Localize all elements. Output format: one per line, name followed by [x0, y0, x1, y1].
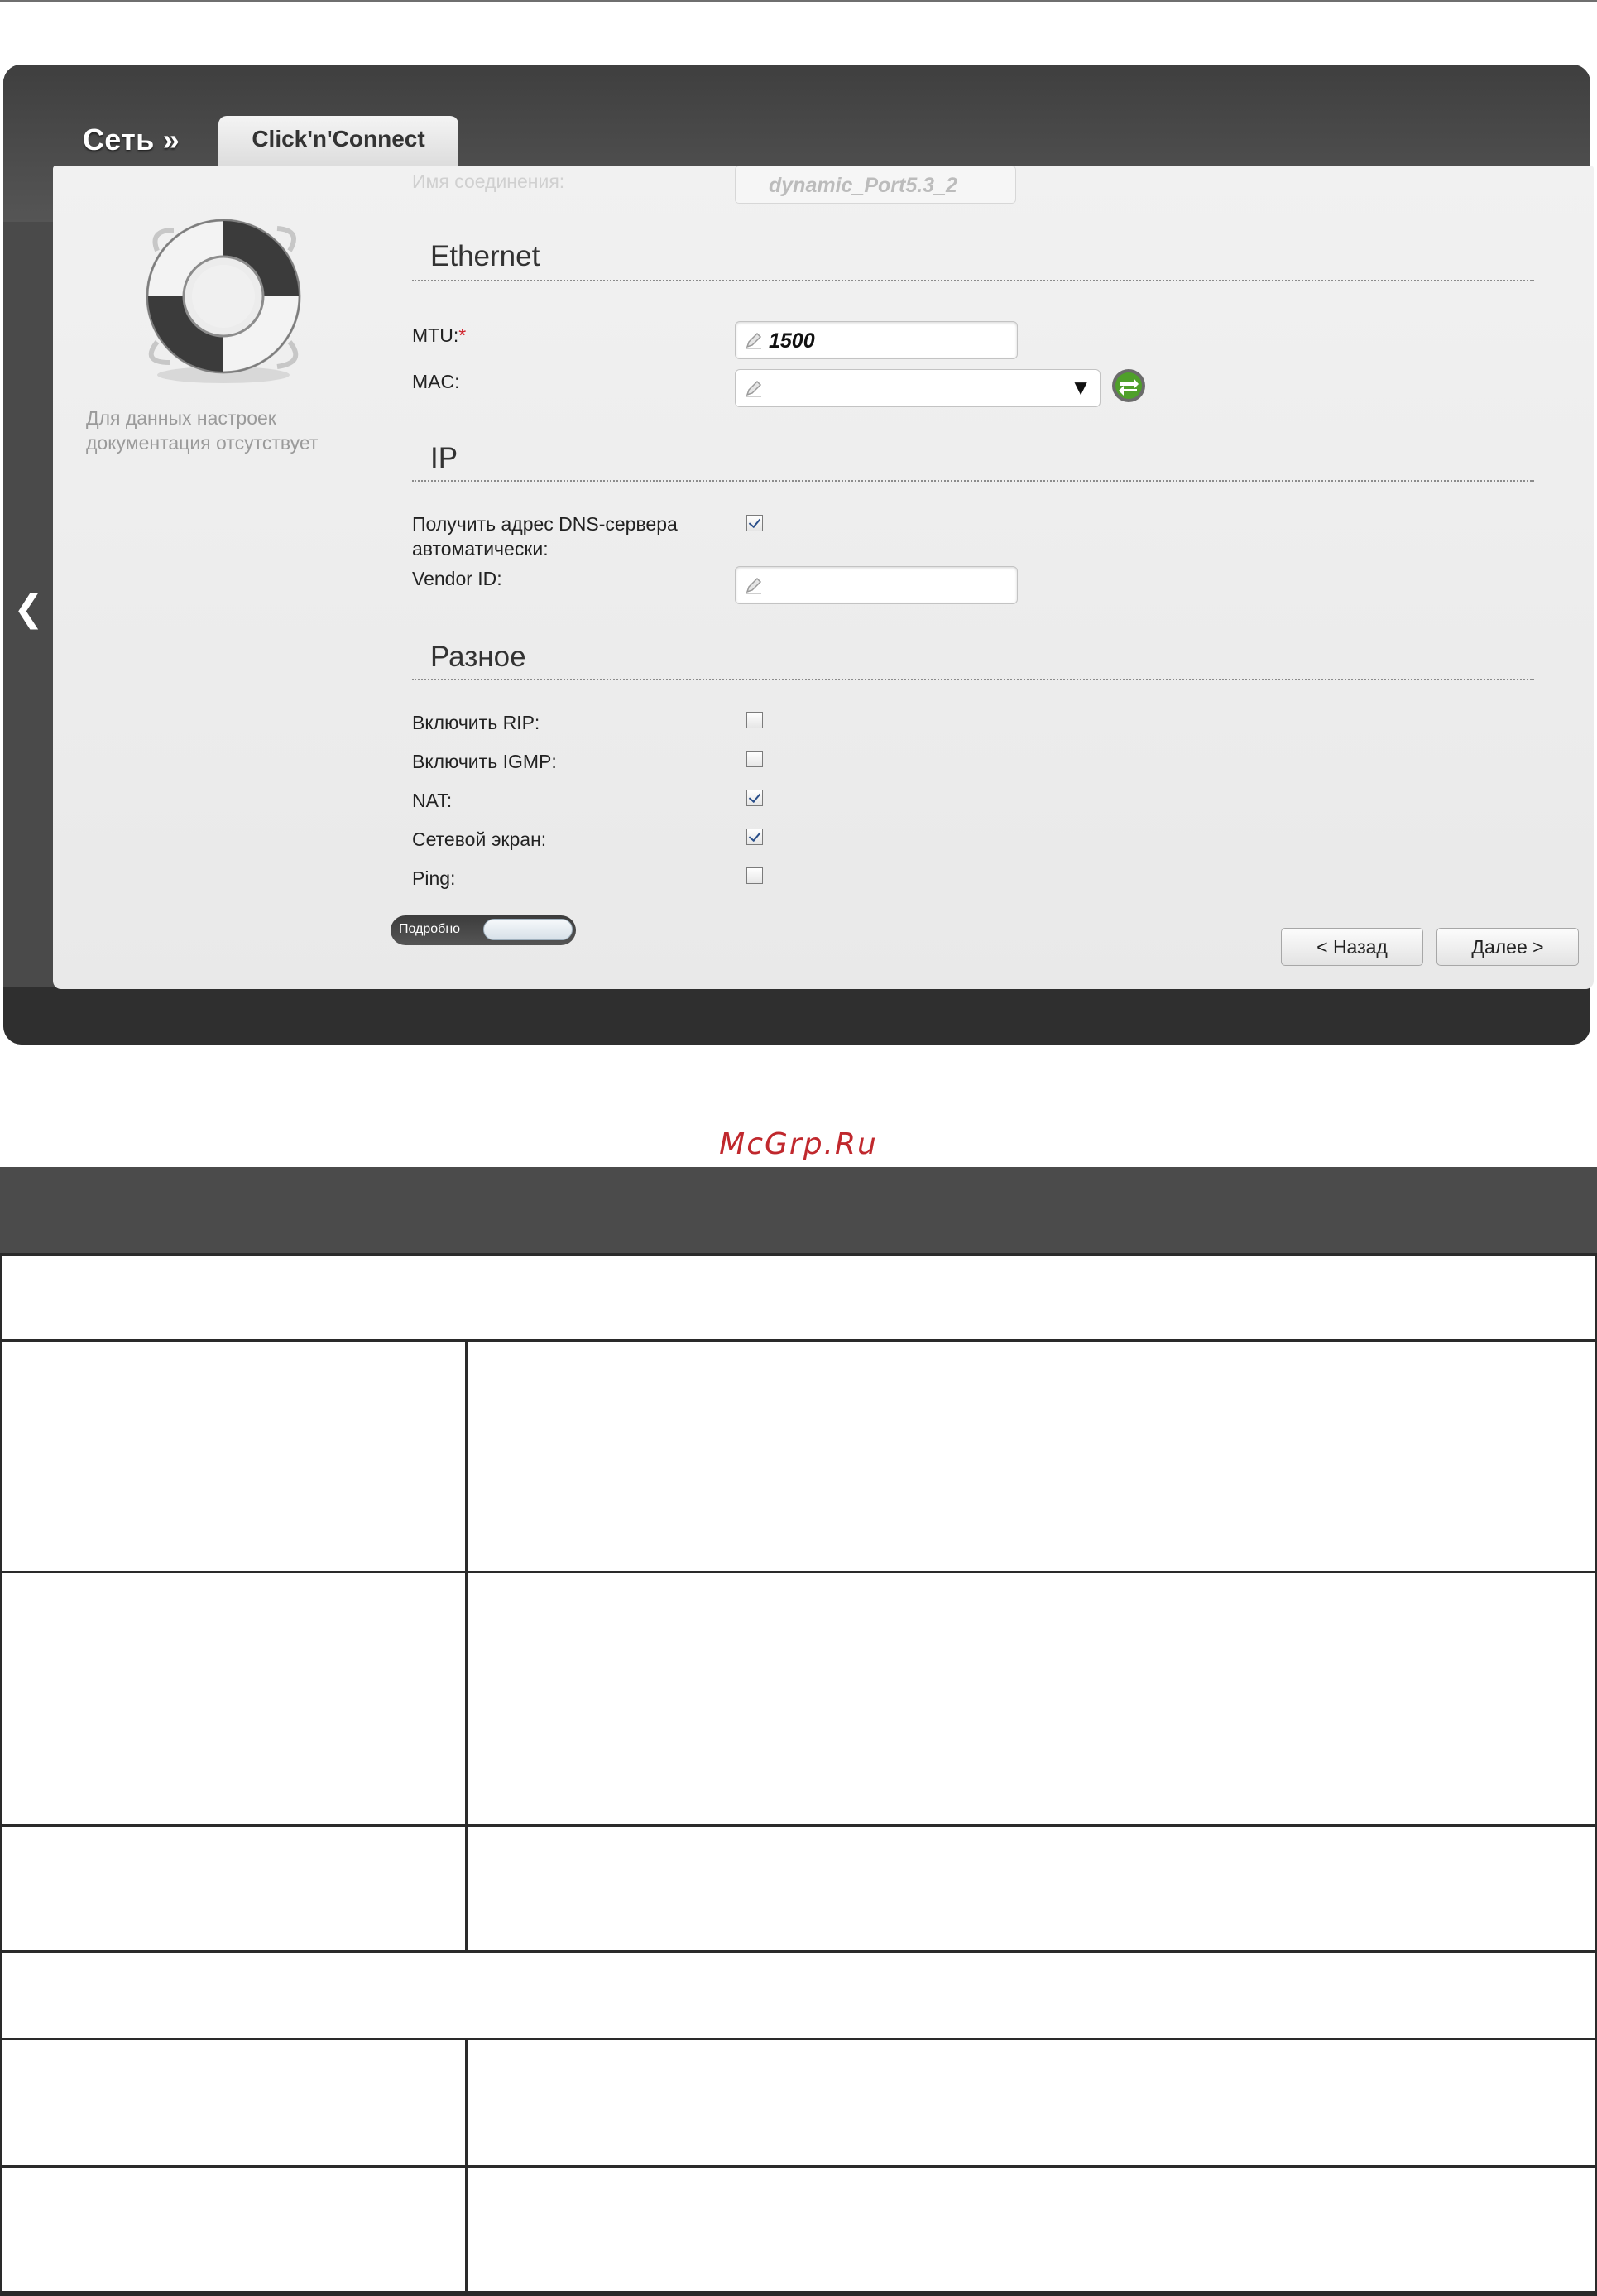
nat-checkbox[interactable]	[746, 790, 763, 806]
table-row-divider	[0, 1571, 1597, 1573]
toggle-knob	[483, 919, 573, 940]
parameters-table	[0, 1253, 1597, 2296]
lifebuoy-icon	[146, 219, 301, 383]
table-column-divider	[465, 2038, 468, 2294]
page-top-rule	[0, 0, 1597, 2]
igmp-label: Включить IGMP:	[412, 751, 557, 772]
section-divider	[412, 480, 1534, 482]
table-header-bar	[0, 1167, 1597, 1255]
required-mark: *	[458, 324, 467, 346]
back-button[interactable]: < Назад	[1281, 928, 1423, 966]
tab-clicknconnect[interactable]: Click'n'Connect	[218, 116, 458, 167]
table-row-divider	[0, 2291, 1597, 2294]
firewall-label: Сетевой экран:	[412, 829, 547, 850]
rip-label: Включить RIP:	[412, 712, 540, 733]
mtu-value: 1500	[769, 329, 815, 353]
table-row-divider	[0, 1824, 1597, 1827]
pencil-icon	[746, 577, 762, 594]
section-title-ethernet: Ethernet	[430, 240, 540, 272]
ping-label: Ping:	[412, 867, 456, 889]
help-note: Для данных настроек документация отсутст…	[86, 407, 319, 454]
table-row-divider	[0, 2165, 1597, 2168]
table-row-divider	[0, 2038, 1597, 2040]
table-column-divider	[465, 1339, 468, 1952]
dropdown-triangle-icon: ▼	[1070, 375, 1091, 400]
pencil-icon	[746, 332, 762, 349]
mtu-label-text: MTU:	[412, 324, 459, 346]
back-arrow-icon[interactable]: ❮	[13, 591, 44, 627]
breadcrumb[interactable]: Сеть »	[83, 122, 180, 157]
table-row-divider	[0, 1339, 1597, 1342]
vendor-id-label: Vendor ID:	[412, 568, 502, 589]
vendor-id-field[interactable]	[735, 566, 1018, 604]
mac-label: MAC:	[412, 371, 460, 392]
mac-select[interactable]: ▼	[735, 369, 1101, 407]
mtu-field[interactable]: 1500	[735, 321, 1018, 359]
dns-auto-label: Получить адрес DNS-сервера автоматически…	[412, 513, 678, 560]
refresh-icon[interactable]	[1110, 367, 1147, 404]
firewall-checkbox[interactable]	[746, 829, 763, 845]
table-row-divider	[0, 1950, 1597, 1953]
section-divider	[412, 679, 1534, 680]
connection-name-label: Имя соединения:	[412, 171, 565, 192]
mtu-label: MTU:*	[412, 323, 466, 348]
advanced-toggle[interactable]: Подробно	[391, 915, 576, 945]
section-divider	[412, 280, 1534, 281]
igmp-checkbox[interactable]	[746, 751, 763, 767]
section-title-misc: Разное	[430, 641, 526, 673]
dns-auto-checkbox[interactable]	[746, 515, 763, 531]
rip-checkbox[interactable]	[746, 712, 763, 728]
watermark: McGrp.Ru	[719, 1127, 878, 1161]
advanced-toggle-label: Подробно	[399, 922, 461, 936]
ping-checkbox[interactable]	[746, 867, 763, 884]
nat-label: NAT:	[412, 790, 453, 811]
connection-name-field[interactable]: dynamic_Port5.3_2	[735, 166, 1016, 204]
pencil-icon	[746, 380, 762, 397]
next-button[interactable]: Далее >	[1436, 928, 1579, 966]
section-title-ip: IP	[430, 442, 458, 474]
